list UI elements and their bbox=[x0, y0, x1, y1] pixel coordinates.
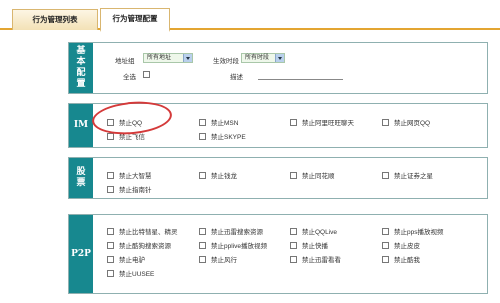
checkbox[interactable] bbox=[382, 255, 389, 263]
im-item-aliwangwang[interactable]: 禁止阿里旺旺聊天 bbox=[290, 117, 354, 127]
item-label: 禁止电驴 bbox=[119, 257, 145, 264]
p2p-item-pps[interactable]: 禁止pps播放视频 bbox=[382, 226, 443, 236]
p2p-item-kuwo[interactable]: 禁止酷我 bbox=[382, 254, 420, 264]
p2p-item-pplive[interactable]: 禁止pplive播放视频 bbox=[199, 240, 267, 250]
p2p-content: 禁止比特彗星、精灵 禁止迅雷搜索资源 禁止QQLive 禁止pps播放视频 禁止… bbox=[93, 215, 487, 293]
item-label: 禁止SKYPE bbox=[211, 134, 246, 141]
p2p-item-kugou[interactable]: 禁止酷狗搜索资源 bbox=[107, 240, 171, 250]
item-label: 禁止UUSEE bbox=[119, 271, 155, 278]
description-input[interactable] bbox=[258, 71, 343, 80]
section-p2p: P2P 禁止比特彗星、精灵 禁止迅雷搜索资源 禁止QQLive 禁止pps播放视… bbox=[68, 214, 488, 294]
stock-item-dazhihui[interactable]: 禁止大智慧 bbox=[107, 170, 152, 180]
im-item-skype[interactable]: 禁止SKYPE bbox=[199, 131, 246, 141]
checkbox[interactable] bbox=[382, 171, 389, 179]
item-label: 禁止阿里旺旺聊天 bbox=[302, 120, 354, 127]
item-label: 禁止pplive播放视频 bbox=[211, 243, 267, 250]
p2p-item-bitcomet[interactable]: 禁止比特彗星、精灵 bbox=[107, 226, 178, 236]
checkbox[interactable] bbox=[107, 241, 114, 249]
checkbox[interactable] bbox=[199, 255, 206, 263]
item-label: 禁止MSN bbox=[211, 120, 239, 127]
item-label: 禁止指南针 bbox=[119, 187, 152, 194]
address-group-label: 地址组 bbox=[115, 58, 135, 65]
checkbox[interactable] bbox=[199, 118, 206, 126]
checkbox[interactable] bbox=[290, 241, 297, 249]
section-basic: 基本配置 地址组 所有地址 生效时段 所有时段 全选 描述 bbox=[68, 42, 488, 94]
im-item-webqq[interactable]: 禁止网页QQ bbox=[382, 117, 430, 127]
section-label-stock: 股票 bbox=[69, 158, 93, 198]
p2p-item-kuaibo[interactable]: 禁止快播 bbox=[290, 240, 328, 250]
p2p-item-emule[interactable]: 禁止电驴 bbox=[107, 254, 145, 264]
select-all-checkbox[interactable] bbox=[143, 71, 150, 78]
checkbox[interactable] bbox=[199, 241, 206, 249]
item-label: 禁止大智慧 bbox=[119, 173, 152, 180]
checkbox[interactable] bbox=[290, 255, 297, 263]
time-label: 生效时段 bbox=[213, 58, 239, 65]
item-label: 禁止比特彗星、精灵 bbox=[119, 229, 178, 236]
checkbox[interactable] bbox=[290, 227, 297, 235]
time-value: 所有时段 bbox=[245, 55, 270, 61]
chevron-down-icon bbox=[275, 54, 284, 62]
checkbox[interactable] bbox=[107, 269, 114, 277]
checkbox[interactable] bbox=[107, 171, 114, 179]
description-label: 描述 bbox=[230, 74, 243, 81]
stock-item-zhengquanzhixing[interactable]: 禁止证券之星 bbox=[382, 170, 433, 180]
item-label: 禁止钱龙 bbox=[211, 173, 237, 180]
item-label: 禁止快播 bbox=[302, 243, 328, 250]
section-label-p2p: P2P bbox=[69, 215, 93, 293]
section-label-im: IM bbox=[69, 104, 93, 147]
item-label: 禁止迅雷搜索资源 bbox=[211, 229, 263, 236]
tab-behavior-list[interactable]: 行为管理列表 bbox=[12, 9, 98, 30]
checkbox[interactable] bbox=[107, 227, 114, 235]
checkbox[interactable] bbox=[290, 118, 297, 126]
checkbox[interactable] bbox=[199, 227, 206, 235]
p2p-item-uusee[interactable]: 禁止UUSEE bbox=[107, 268, 154, 278]
tab-behavior-config[interactable]: 行为管理配置 bbox=[100, 8, 170, 32]
time-select[interactable]: 所有时段 bbox=[241, 53, 285, 63]
p2p-item-qqlive[interactable]: 禁止QQLive bbox=[290, 226, 337, 236]
checkbox[interactable] bbox=[107, 255, 114, 263]
checkbox[interactable] bbox=[382, 241, 389, 249]
item-label: 禁止风行 bbox=[211, 257, 237, 264]
basic-content: 地址组 所有地址 生效时段 所有时段 全选 描述 bbox=[93, 43, 487, 93]
item-label: 禁止酷我 bbox=[394, 257, 420, 264]
item-label: 禁止迅雷看看 bbox=[302, 257, 341, 264]
checkbox[interactable] bbox=[199, 171, 206, 179]
item-label: 禁止pps播放视频 bbox=[394, 229, 444, 236]
checkbox[interactable] bbox=[107, 185, 114, 193]
checkbox[interactable] bbox=[382, 227, 389, 235]
address-group-value: 所有地址 bbox=[147, 55, 172, 61]
im-item-msn[interactable]: 禁止MSN bbox=[199, 117, 238, 127]
item-label: 禁止同花顺 bbox=[302, 173, 335, 180]
stock-item-qianlong[interactable]: 禁止钱龙 bbox=[199, 170, 237, 180]
section-stock: 股票 禁止大智慧 禁止钱龙 禁止同花顺 禁止证券之星 禁止指南针 bbox=[68, 157, 488, 199]
p2p-item-xunlei-search[interactable]: 禁止迅雷搜索资源 bbox=[199, 226, 263, 236]
stock-item-tonghuashun[interactable]: 禁止同花顺 bbox=[290, 170, 335, 180]
p2p-item-pipi[interactable]: 禁止皮皮 bbox=[382, 240, 420, 250]
section-label-basic: 基本配置 bbox=[69, 43, 93, 93]
p2p-item-fengxing[interactable]: 禁止风行 bbox=[199, 254, 237, 264]
item-label: 禁止皮皮 bbox=[394, 243, 420, 250]
select-all-label: 全选 bbox=[123, 74, 136, 81]
chevron-down-icon bbox=[183, 54, 192, 62]
stock-content: 禁止大智慧 禁止钱龙 禁止同花顺 禁止证券之星 禁止指南针 bbox=[93, 158, 487, 198]
address-group-select[interactable]: 所有地址 bbox=[143, 53, 193, 63]
p2p-item-xunlei-kankan[interactable]: 禁止迅雷看看 bbox=[290, 254, 341, 264]
item-label: 禁止酷狗搜索资源 bbox=[119, 243, 171, 250]
tab-bar: 行为管理列表 行为管理配置 bbox=[0, 0, 500, 32]
item-label: 禁止证券之星 bbox=[394, 173, 433, 180]
item-label: 禁止网页QQ bbox=[394, 120, 431, 127]
item-label: 禁止QQLive bbox=[302, 229, 338, 236]
checkbox[interactable] bbox=[199, 132, 206, 140]
checkbox[interactable] bbox=[382, 118, 389, 126]
stock-item-zhinanzhen[interactable]: 禁止指南针 bbox=[107, 184, 152, 194]
checkbox[interactable] bbox=[290, 171, 297, 179]
